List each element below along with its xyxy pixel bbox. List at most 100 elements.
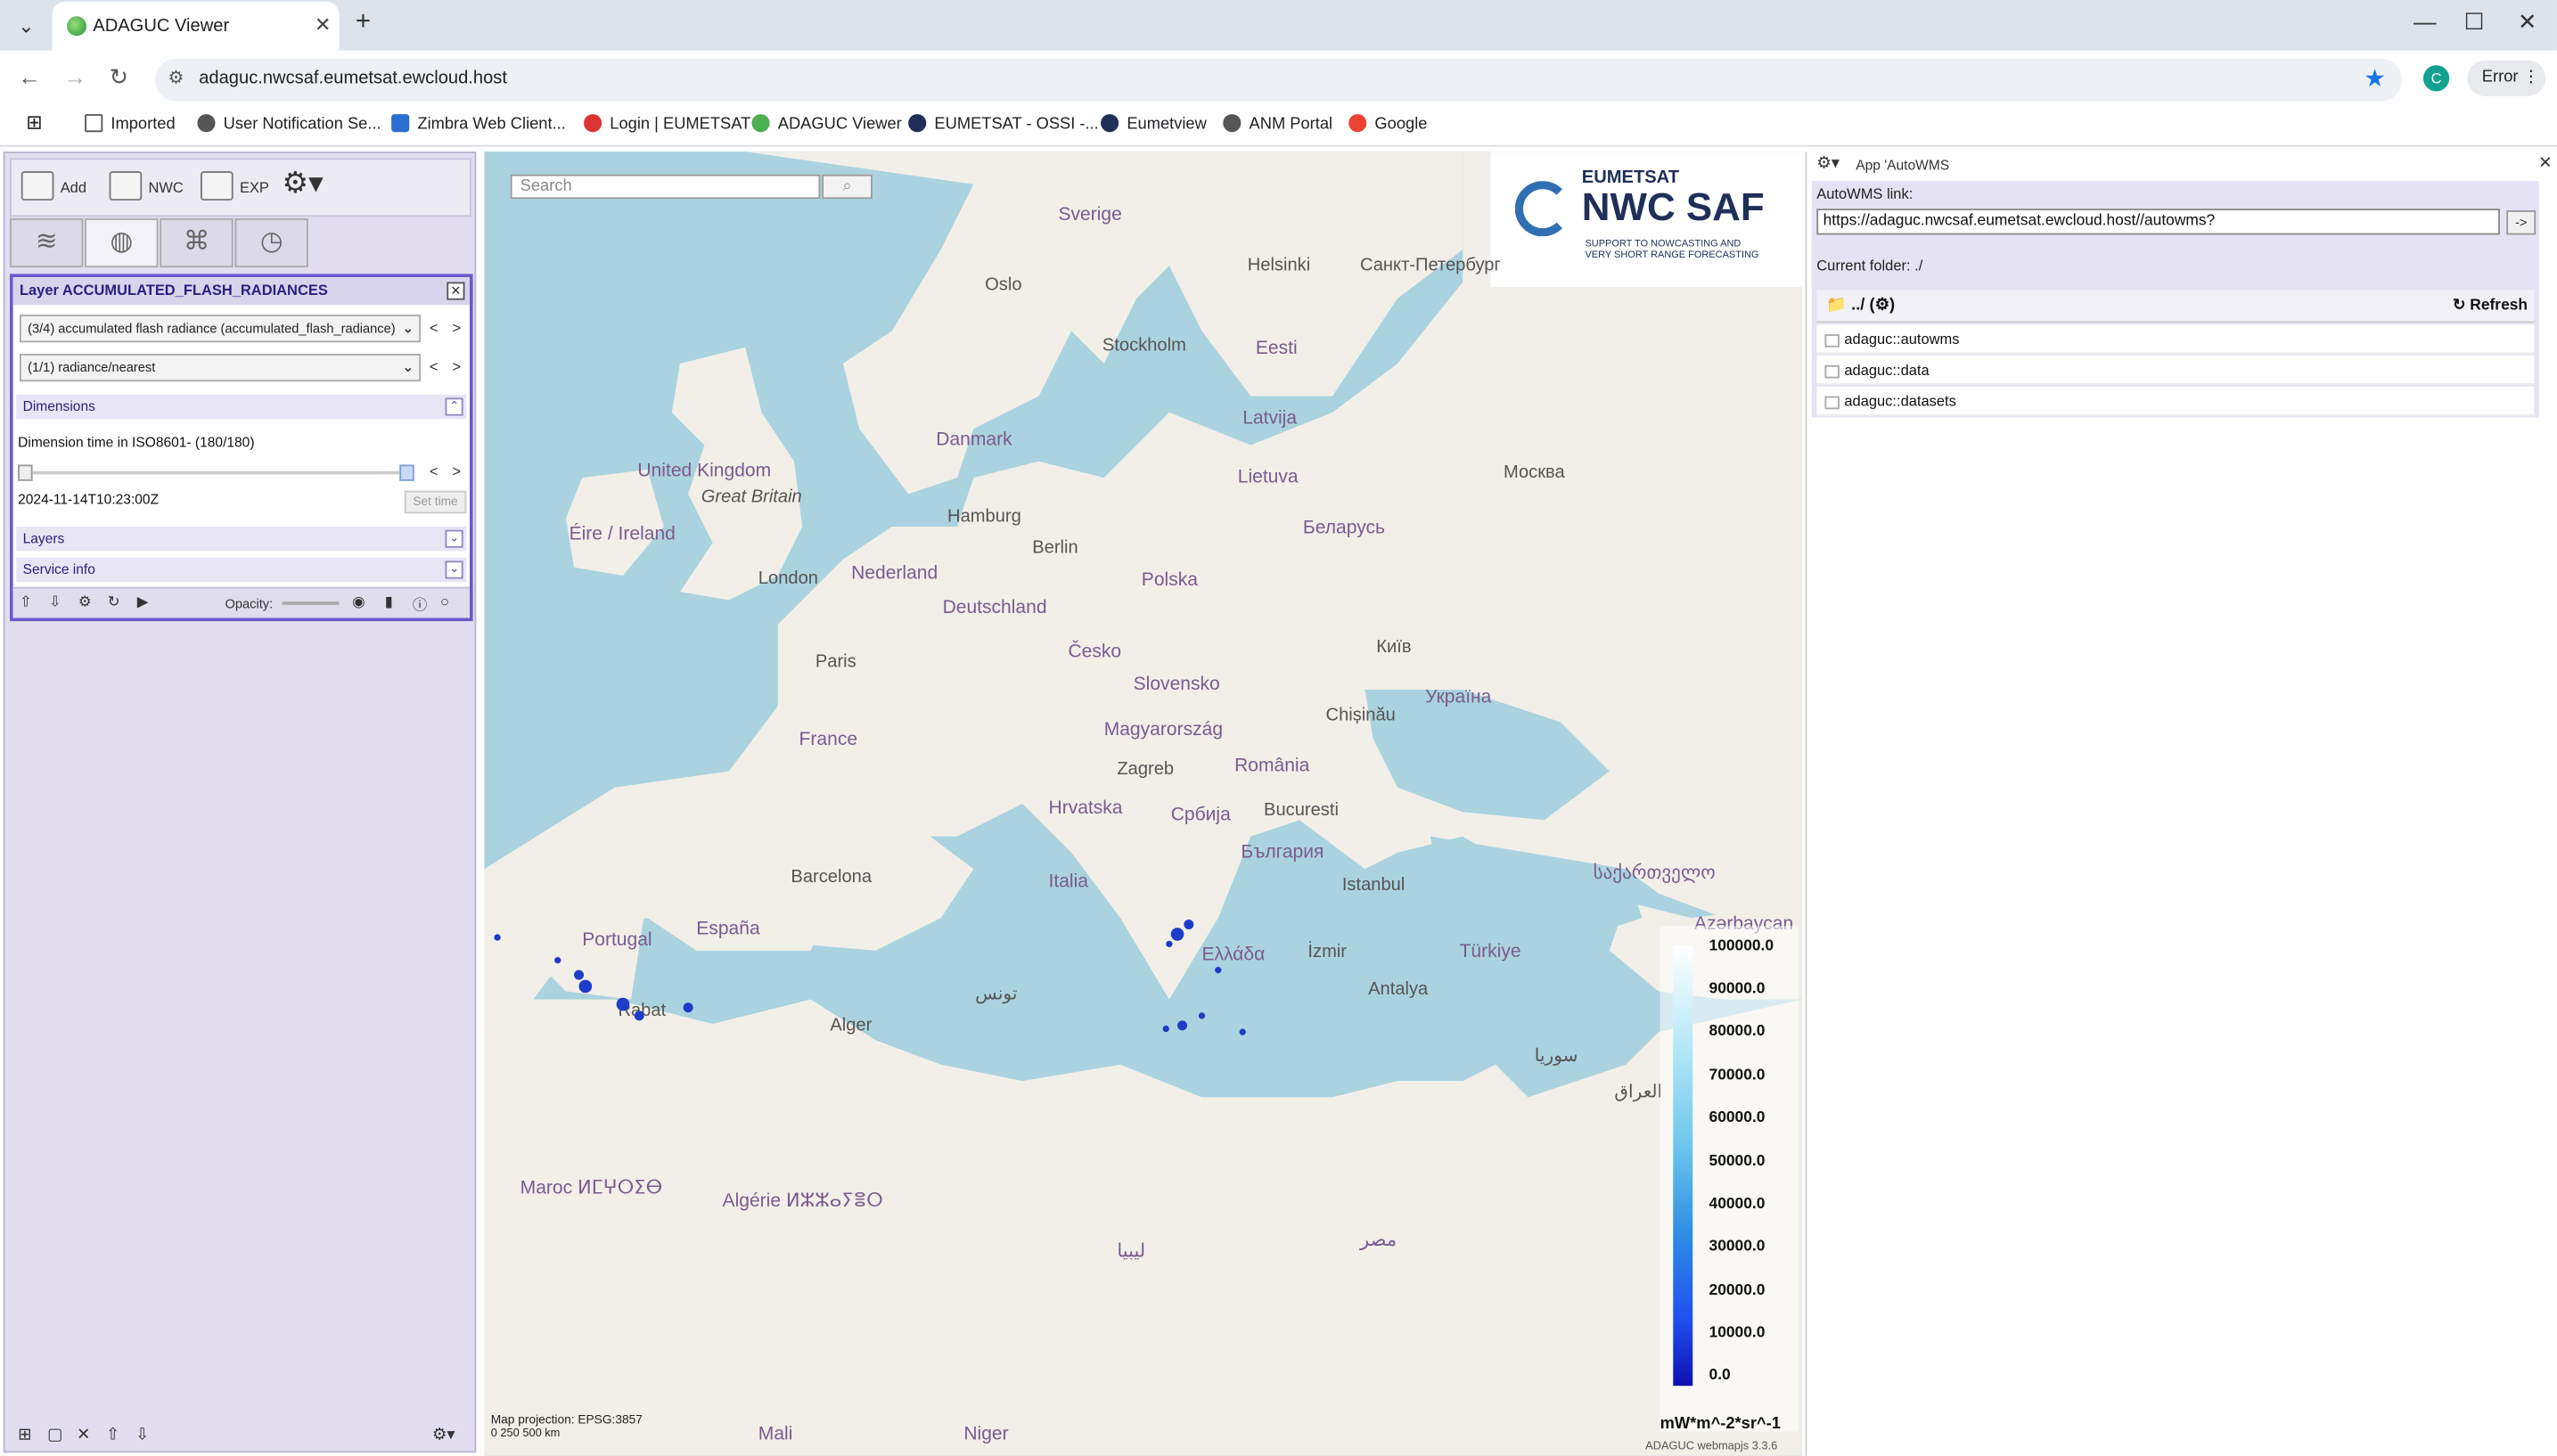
refresh-button[interactable]: ↻ Refresh	[2453, 297, 2528, 315]
down-icon[interactable]: ⇩	[135, 1427, 149, 1444]
style-select[interactable]: (3/4) accumulated flash radiance (accumu…	[19, 315, 422, 343]
time-value: 2024-11-14T10:23:00Z	[18, 490, 160, 508]
site-info-icon[interactable]: ⚙	[168, 67, 184, 88]
add-icon	[20, 171, 54, 201]
layer-settings-icon[interactable]: ⚙	[78, 593, 92, 611]
next-render-button[interactable]: >	[447, 356, 466, 380]
omnibox[interactable]: ⚙ adaguc.nwcsaf.eumetsat.ewcloud.host ★	[154, 58, 2403, 102]
next-time-button[interactable]: >	[447, 460, 466, 484]
map-projection: Map projection: EPSG:3857	[490, 1411, 643, 1427]
bookmark-anm-portal[interactable]: ANM Portal	[1223, 114, 1332, 134]
version-label: ADAGUC webmapjs 3.3.6	[1645, 1441, 1778, 1453]
folder-icon	[85, 114, 103, 133]
eumetview-icon	[1101, 114, 1119, 133]
bookmark-eumetview[interactable]: Eumetview	[1101, 114, 1207, 134]
layer-controls: ⇧ ⇩ ⚙ ↻ ▶ Opacity: ◉ ▮ ⓘ ○	[12, 586, 470, 618]
legend-value: 70000.0	[1709, 1066, 1766, 1084]
dimension-text: Dimension time in ISO8601- (180/180)	[18, 433, 255, 450]
options-gear-icon[interactable]: ⚙▾	[432, 1427, 455, 1444]
tab-layers-icon[interactable]: ≋	[9, 218, 84, 268]
autowms-header: ⚙▾ App 'AutoWMS ✕	[1807, 151, 2557, 178]
slider-handle[interactable]	[399, 464, 414, 481]
browser-tab[interactable]: ADAGUC Viewer ✕	[52, 1, 340, 51]
exp-button[interactable]: EXP	[201, 171, 269, 201]
info-icon[interactable]: ⓘ	[413, 593, 427, 615]
play-icon[interactable]: ▶	[137, 593, 149, 611]
move-up-icon[interactable]: ⇧	[20, 593, 32, 611]
adaguc-icon	[751, 114, 770, 133]
folder-icon	[201, 171, 234, 201]
close-tab-icon[interactable]: ✕	[315, 13, 331, 37]
bookmark-zimbra[interactable]: Zimbra Web Client...	[391, 114, 566, 134]
add-button[interactable]: Add	[20, 171, 86, 201]
settings-gear-icon[interactable]: ⚙▾	[283, 167, 324, 200]
up-icon[interactable]: ⇧	[106, 1427, 119, 1444]
bookmark-google[interactable]: Google	[1348, 114, 1427, 134]
tab-search-button[interactable]: ⌄	[10, 10, 43, 43]
bookmark-login-eumetsat[interactable]: Login | EUMETSAT	[584, 114, 750, 134]
opacity-slider[interactable]	[282, 601, 340, 605]
bookmark-adaguc-viewer[interactable]: ADAGUC Viewer	[751, 114, 902, 134]
back-icon[interactable]: ←	[18, 63, 41, 89]
refresh-icon[interactable]: ↻	[108, 593, 120, 611]
bookmark-user-notification[interactable]: User Notification Se...	[197, 114, 381, 134]
parent-folder-link[interactable]: 📁 ../ (⚙)	[1826, 297, 1895, 315]
main-toolbar: Add NWC EXP ⚙▾	[9, 158, 471, 217]
copy-icon[interactable]: ▢	[47, 1427, 62, 1444]
tab-clock-icon[interactable]: ◷	[234, 218, 308, 268]
map-view[interactable]: Search ⌕ EUMETSAT NWC SAF SUPPORT TO NOW…	[484, 151, 1802, 1456]
close-panel-icon[interactable]: ✕	[2538, 151, 2552, 177]
list-item[interactable]: adaguc::data	[1816, 355, 2535, 385]
bookmark-eumetsat-ossi[interactable]: EUMETSAT - OSSI -...	[908, 114, 1099, 134]
expand-icon: ⌄	[445, 560, 463, 579]
reload-icon[interactable]: ↻	[110, 63, 128, 91]
error-label: Error	[2481, 68, 2519, 86]
maximize-icon[interactable]: ☐	[2464, 8, 2485, 36]
eye-icon[interactable]: ◉	[352, 593, 365, 611]
close-window-icon[interactable]: ✕	[2518, 8, 2537, 36]
list-item[interactable]: adaguc::autowms	[1816, 324, 2535, 355]
error-button[interactable]: Error ⋮	[2467, 60, 2546, 96]
add-layer-icon[interactable]: ⊞	[18, 1427, 31, 1444]
next-style-button[interactable]: >	[447, 316, 466, 340]
time-slider[interactable]	[18, 464, 414, 481]
set-time-button[interactable]: Set time	[404, 490, 467, 514]
bookmark-imported[interactable]: Imported	[85, 114, 176, 134]
service-info-header[interactable]: Service info ⌄	[16, 557, 467, 583]
url-text[interactable]: adaguc.nwcsaf.eumetsat.ewcloud.host	[199, 69, 507, 88]
forward-icon[interactable]: →	[63, 63, 86, 89]
delete-icon[interactable]: ✕	[77, 1427, 90, 1444]
new-tab-button[interactable]: +	[356, 8, 371, 37]
autowms-panel: ⚙▾ App 'AutoWMS ✕ AutoWMS link: https://…	[1805, 151, 2557, 1456]
tab-globe-icon[interactable]: ◍	[85, 218, 159, 268]
autowms-title: App 'AutoWMS	[1856, 156, 1950, 173]
go-button[interactable]: ->	[2506, 210, 2537, 235]
panel-gear-icon[interactable]: ⚙▾	[1816, 151, 1840, 177]
tab-map-icon[interactable]: ⌘	[160, 218, 234, 268]
prev-render-button[interactable]: <	[424, 356, 444, 380]
list-item[interactable]: adaguc::datasets	[1816, 386, 2535, 416]
prev-time-button[interactable]: <	[424, 460, 444, 484]
legend-value: 40000.0	[1709, 1195, 1766, 1214]
autowms-body: AutoWMS link: https://adaguc.nwcsaf.eume…	[1811, 181, 2539, 418]
close-layer-icon[interactable]: ✕	[447, 282, 465, 300]
legend-icon[interactable]: ▮	[385, 593, 393, 611]
prev-style-button[interactable]: <	[424, 316, 444, 340]
layers-header[interactable]: Layers ⌄	[16, 526, 467, 552]
dimensions-header[interactable]: Dimensions ⌃	[16, 394, 467, 420]
scale-bar: 0 250 500 km	[490, 1427, 561, 1440]
autowms-link-input[interactable]: https://adaguc.nwcsaf.eumetsat.ewcloud.h…	[1816, 209, 2500, 235]
nwc-button[interactable]: NWC	[109, 171, 184, 201]
minimize-icon[interactable]: —	[2414, 8, 2437, 34]
move-down-icon[interactable]: ⇩	[49, 593, 61, 611]
eumetsat-e-icon	[908, 114, 927, 133]
apps-grid-icon[interactable]: ⊞	[26, 110, 42, 134]
legend-value: 60000.0	[1709, 1108, 1766, 1127]
folder-row: 📁 ../ (⚙) ↻ Refresh	[1816, 290, 2535, 323]
slider-start-handle[interactable]	[18, 464, 33, 481]
legend-value: 0.0	[1709, 1366, 1731, 1385]
profile-avatar[interactable]: C	[2422, 65, 2450, 92]
adaguc-favicon-icon	[67, 16, 86, 37]
render-select[interactable]: (1/1) radiance/nearest ⌄	[19, 354, 422, 382]
bookmark-star-icon[interactable]: ★	[2364, 63, 2386, 93]
